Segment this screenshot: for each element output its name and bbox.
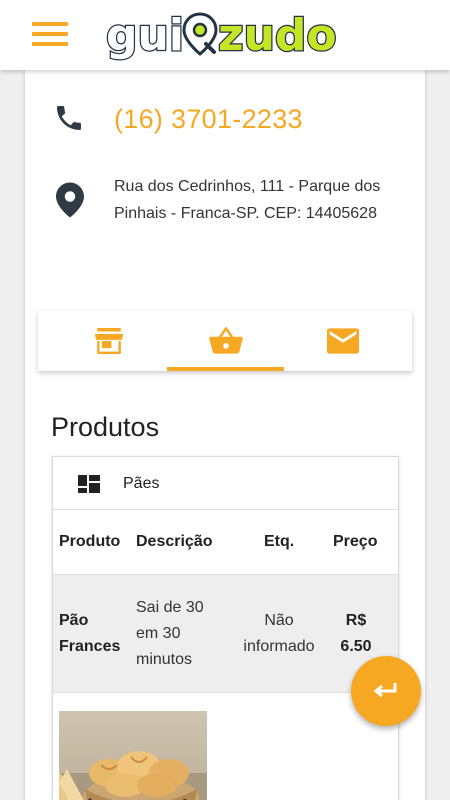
basket-icon <box>208 327 243 354</box>
column-header: Preço <box>333 533 378 550</box>
phone-icon <box>57 106 81 130</box>
product-price: R$ 6.50 <box>340 612 372 655</box>
column-header: Etq. <box>264 533 295 550</box>
table-row[interactable]: Pão Frances Sai de 30 em 30 minutos Não … <box>53 575 398 693</box>
column-header: Descrição <box>136 533 213 550</box>
return-icon <box>373 683 397 698</box>
menu-icon[interactable] <box>32 22 68 48</box>
store-icon <box>94 328 123 354</box>
products-panel: Pães Produto Descrição Etq. Preço Pão Fr… <box>52 456 399 800</box>
svg-text:zudo: zudo <box>218 10 337 61</box>
dashboard-icon <box>78 475 100 493</box>
location-pin-icon <box>56 182 84 218</box>
guiazudo-logo[interactable]: gui zudo <box>104 6 346 68</box>
table-header: Produto Descrição Etq. Preço <box>53 510 398 575</box>
address-text: Rua dos Cedrinhos, 111 - Parque dos Pinh… <box>114 178 381 222</box>
tab-products[interactable] <box>167 311 284 371</box>
product-description: Sai de 30 em 30 minutos <box>136 599 204 668</box>
category-header[interactable]: Pães <box>53 457 398 510</box>
section-tabs <box>38 311 412 371</box>
active-tab-indicator <box>167 367 284 371</box>
tab-contact[interactable] <box>284 311 401 371</box>
bread-basket-image <box>59 711 207 800</box>
section-title: Produtos <box>51 412 160 442</box>
category-title: Pães <box>123 475 160 492</box>
mail-icon <box>326 328 359 354</box>
svg-text:gui: gui <box>106 10 184 61</box>
tab-store[interactable] <box>50 311 167 371</box>
product-stock: Não informado <box>243 612 315 655</box>
product-name: Pão Frances <box>59 612 121 655</box>
phone-number[interactable]: (16) 3701-2233 <box>114 104 303 135</box>
back-button[interactable] <box>351 656 421 726</box>
column-header: Produto <box>59 533 121 550</box>
app-bar: gui zudo <box>0 0 450 70</box>
